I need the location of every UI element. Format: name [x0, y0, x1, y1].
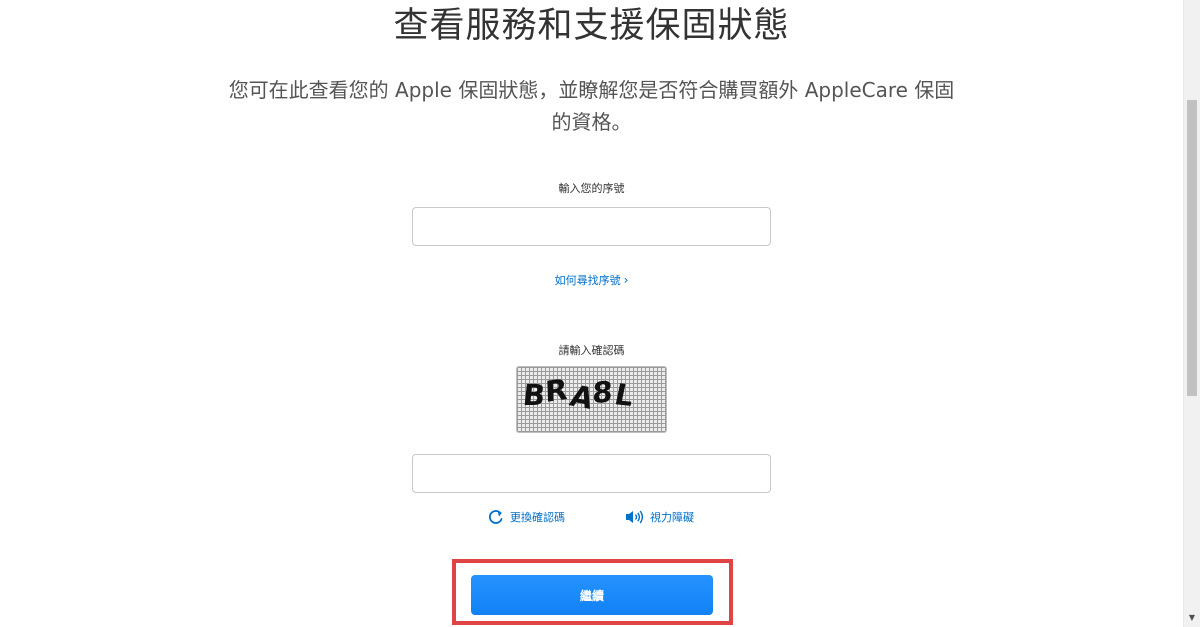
find-serial-link-label: 如何尋找序號	[554, 274, 621, 287]
refresh-captcha-label: 更換確認碼	[510, 511, 565, 524]
captcha-char: L	[611, 377, 638, 413]
chevron-right-icon: ›	[623, 273, 629, 287]
captcha-text: BRA8L	[521, 372, 639, 416]
audio-captcha-label: 視力障礙	[650, 511, 694, 524]
audio-captcha-button[interactable]: 視力障礙	[625, 506, 694, 528]
captcha-input[interactable]	[412, 454, 771, 493]
captcha-char: B	[521, 378, 548, 412]
page: 查看服務和支援保固狀態 您可在此查看您的 Apple 保固狀態，並瞭解您是否符合…	[0, 0, 1200, 627]
speaker-icon	[626, 510, 644, 524]
refresh-icon	[489, 510, 503, 524]
scroll-down-icon[interactable]: ▼	[1184, 611, 1200, 625]
captcha-label: 請輸入確認碼	[558, 344, 625, 357]
refresh-captcha-button[interactable]: 更換確認碼	[487, 506, 565, 528]
intro-text: 您可在此查看您的 Apple 保固狀態，並瞭解您是否符合購買額外 AppleCa…	[228, 78, 955, 134]
continue-button[interactable]: 繼續	[471, 575, 713, 615]
page-title: 查看服務和支援保固狀態	[393, 6, 790, 46]
serial-input[interactable]	[412, 207, 771, 246]
vertical-scrollbar[interactable]: ▼	[1183, 0, 1200, 627]
scrollbar-thumb[interactable]	[1187, 100, 1197, 396]
main-content: 查看服務和支援保固狀態 您可在此查看您的 Apple 保固狀態，並瞭解您是否符合…	[0, 0, 1183, 627]
serial-label: 輸入您的序號	[558, 182, 625, 195]
find-serial-link[interactable]: 如何尋找序號 ›	[0, 272, 1183, 288]
captcha-actions: 更換確認碼 視力障礙	[0, 506, 1183, 528]
captcha-image: BRA8L	[516, 366, 667, 433]
captcha-char: 8	[589, 375, 616, 410]
captcha-glyphs: BRA8L	[521, 372, 639, 416]
captcha-char: R	[541, 372, 573, 409]
